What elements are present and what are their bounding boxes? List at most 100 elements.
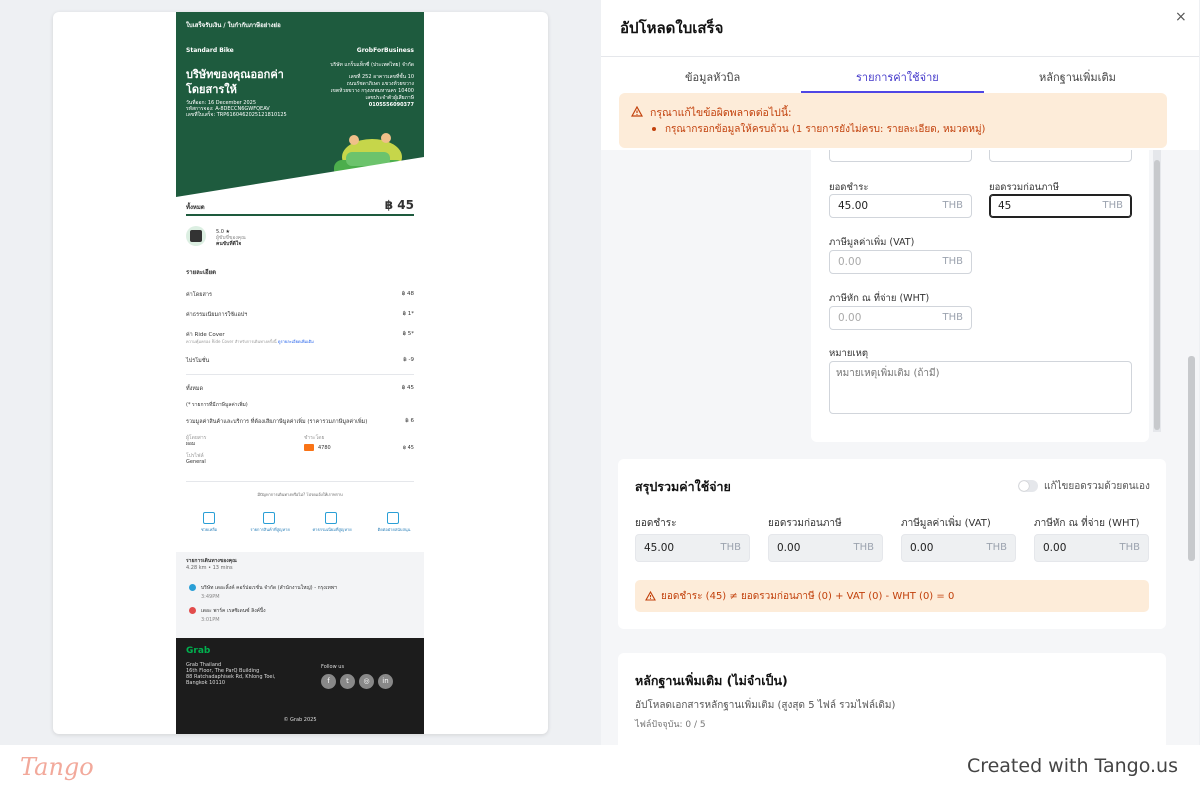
alert-item: กรุณากรอกข้อมูลให้ครบถ้วน (1 รายการยังไม… (665, 124, 986, 135)
copyright: © Grab 2025 (283, 717, 317, 723)
instagram-icon[interactable]: ◎ (359, 674, 374, 689)
dropoff-address: เดอะ พาร์ค เรสซิเดนซ์ ลิงค์ปิ้ง (201, 608, 266, 614)
amount-input[interactable]: 45.00 THB (829, 194, 972, 218)
company-line-1: บริษัท แกร็บแท็กซี่ (ประเทศไทย) จำกัด (330, 62, 414, 68)
evidence-count: ไฟล์ปัจจุบัน: 0 / 5 (635, 720, 706, 730)
total-value: ฿ 45 (384, 198, 414, 212)
receipt-title: บริษัทของคุณออกค่าโดยสารให้ (186, 68, 284, 96)
wht-label: ภาษีหัก ณ ที่จ่าย (WHT) (829, 293, 930, 304)
receipt-header: ใบเสร็จรับเงิน / ใบกำกับภาษีอย่างย่อ Sta… (176, 12, 424, 197)
pretax-input[interactable]: 45 THB (989, 194, 1132, 218)
dropoff-pin-icon (189, 607, 196, 614)
summary-vat-label: ภาษีมูลค่าเพิ่ม (VAT) (901, 518, 991, 529)
divider (186, 481, 414, 482)
profile-value: General (186, 459, 206, 465)
action-lost-item[interactable]: รายการสินค้าที่สูญหาย (244, 527, 296, 533)
passenger-value: ผอม (186, 441, 196, 447)
screen: ใบเสร็จรับเงิน / ใบกำกับภาษีอย่างย่อ Sta… (0, 0, 1200, 745)
help-icon[interactable] (203, 512, 215, 524)
panel-scroll-area[interactable]: ยอดชำระ 45.00 THB ยอดรวมก่อนภาษี 45 THB ภา… (601, 150, 1199, 745)
pickup-time: 3:49PM (201, 594, 220, 600)
panel-scrollbar-thumb[interactable] (1188, 356, 1195, 561)
hidden-field[interactable] (829, 150, 972, 162)
hidden-field[interactable] (989, 150, 1132, 162)
ride-cover-note: ความคุ้มครอง Ride Cover สำหรับการเดินทาง… (186, 339, 314, 344)
warning-icon (631, 106, 643, 117)
tab-evidence[interactable]: หลักฐานเพิ่มเติม (1039, 68, 1116, 86)
company-line-4: เขตห้วยขวาง กรุงเทพมหานคร 10400 (330, 88, 414, 94)
driver-avatar (186, 226, 206, 246)
line-promotion: ไปรโมชั่น฿ -9 (186, 357, 414, 364)
tango-logo: Tango (20, 753, 94, 781)
lost-item-icon[interactable] (263, 512, 275, 524)
tab-expense-items[interactable]: รายการค่าใช้จ่าย (856, 68, 939, 86)
trip-section: รายการเดินทางของคุณ 4.28 km • 13 mins บร… (176, 552, 424, 638)
twitter-icon[interactable]: t (340, 674, 355, 689)
divider (186, 374, 414, 375)
trip-title: รายการเดินทางของคุณ (186, 558, 237, 564)
mismatch-text: ยอดชำระ (45) ≠ ยอดรวมก่อนภาษี (0) + VAT … (661, 591, 955, 602)
close-icon[interactable]: × (1175, 9, 1187, 25)
total-divider (186, 214, 414, 216)
scrollbar-thumb[interactable] (1154, 160, 1160, 430)
receipt-meta-3: เลขที่ใบเสร็จ: TRP6160462025121810125 (186, 112, 287, 118)
summary-vat-value: 0.00 THB (901, 534, 1016, 562)
warning-icon (645, 591, 656, 601)
vat-input[interactable]: 0.00 THB (829, 250, 972, 274)
total-label: ทั้งหมด (186, 204, 205, 211)
header-slant (176, 157, 424, 197)
linkedin-icon[interactable]: in (378, 674, 393, 689)
action-fee[interactable]: ค่าธรรมเนียมที่สูญหาย (306, 527, 358, 533)
vat-label: ภาษีมูลค่าเพิ่ม (VAT) (829, 237, 915, 248)
evidence-card: หลักฐานเพิ่มเติม (ไม่จำเป็น) อัปโหลดเอกส… (618, 653, 1166, 745)
social-icons: f t ◎ in (321, 674, 397, 689)
tango-footer: Tango Created with Tango.us (0, 745, 1200, 790)
support-icon[interactable] (387, 512, 399, 524)
payment-label: ชำระโดย (304, 435, 325, 441)
card-amount: ฿ 45 (402, 445, 414, 451)
company-line-2: เลขที่ 252 อาคารเลขที่ชั้น 10 (348, 74, 414, 80)
receipt-footer: Grab Grab Thailand 16th Floor, The ParQ … (176, 638, 424, 734)
toggle-label: แก้ไขยอดรวมด้วยตนเอง (1044, 481, 1150, 492)
manual-total-toggle[interactable] (1018, 480, 1038, 492)
follow-us-label: Follow us (321, 664, 345, 670)
expense-item-card: ยอดชำระ 45.00 THB ยอดรวมก่อนภาษี 45 THB ภา… (811, 150, 1161, 442)
created-with-text: Created with Tango.us (966, 755, 1178, 777)
card-digits: 4780 (318, 445, 331, 451)
receipt-nav: ใบเสร็จรับเงิน / ใบกำกับภาษีอย่างย่อ (186, 22, 281, 29)
receipt-preview-card: ใบเสร็จรับเงิน / ใบกำกับภาษีอย่างย่อ Sta… (53, 12, 548, 734)
action-support[interactable]: ติดต่อฝ่ายสนับสนุน (370, 527, 418, 533)
pickup-address: บริษัท เดอะลิ้งค์ คอร์ปอเรชั่น จำกัด (สำ… (201, 585, 337, 591)
summary-wht-value: 0.00 THB (1034, 534, 1149, 562)
facebook-icon[interactable]: f (321, 674, 336, 689)
amount-label: ยอดชำระ (829, 182, 869, 193)
note-textarea[interactable] (829, 361, 1132, 414)
summary-wht-label: ภาษีหัก ณ ที่จ่าย (WHT) (1034, 518, 1140, 529)
company-line-3: ถนนรัชดาภิเษก แขวงห้วยขวาง (346, 81, 414, 87)
driver-name: คนขับที่ดีใจ (216, 241, 242, 247)
action-help[interactable]: ช่วยเหลือ (188, 527, 230, 533)
help-question: มีปัญหาการเดินทางหรือไม่? โปรดแจ้งให้เรา… (257, 492, 343, 497)
mismatch-warning: ยอดชำระ (45) ≠ ยอดรวมก่อนภาษี (0) + VAT … (635, 580, 1149, 612)
tab-header-info[interactable]: ข้อมูลหัวบิล (685, 68, 740, 86)
note-label: หมายเหตุ (829, 348, 869, 359)
summary-pretax-value: 0.00 THB (768, 534, 883, 562)
pretax-label: ยอดรวมก่อนภาษี (989, 182, 1059, 193)
vat-note: (* รายการที่มีภาษีมูลค่าเพิ่ม) (186, 402, 248, 408)
line-vat: รวมมูลค่าสินค้าและบริการ ที่ต้องเสียภาษี… (186, 418, 414, 425)
summary-title: สรุปรวมค่าใช้จ่าย (635, 479, 731, 494)
tab-bar: ข้อมูลหัวบิล รายการค่าใช้จ่าย หลักฐานเพิ… (601, 60, 1199, 94)
service-type: Standard Bike (186, 47, 234, 54)
trip-meta: 4.28 km • 13 mins (186, 565, 233, 571)
footer-logo: Grab (186, 646, 211, 656)
summary-amount-value: 45.00 THB (635, 534, 750, 562)
detail-title: รายละเอียด (186, 269, 217, 276)
summary-amount-label: ยอดชำระ (635, 518, 677, 529)
inner-scrollbar[interactable] (1153, 150, 1161, 432)
ride-cover-link[interactable]: ดูรายละเอียดเพิ่มเติม (278, 339, 314, 344)
bullet (652, 127, 656, 131)
summary-card: สรุปรวมค่าใช้จ่าย แก้ไขยอดรวมด้วยตนเอง ย… (618, 459, 1166, 629)
pickup-pin-icon (189, 584, 196, 591)
wht-input[interactable]: 0.00 THB (829, 306, 972, 330)
fee-icon[interactable] (325, 512, 337, 524)
